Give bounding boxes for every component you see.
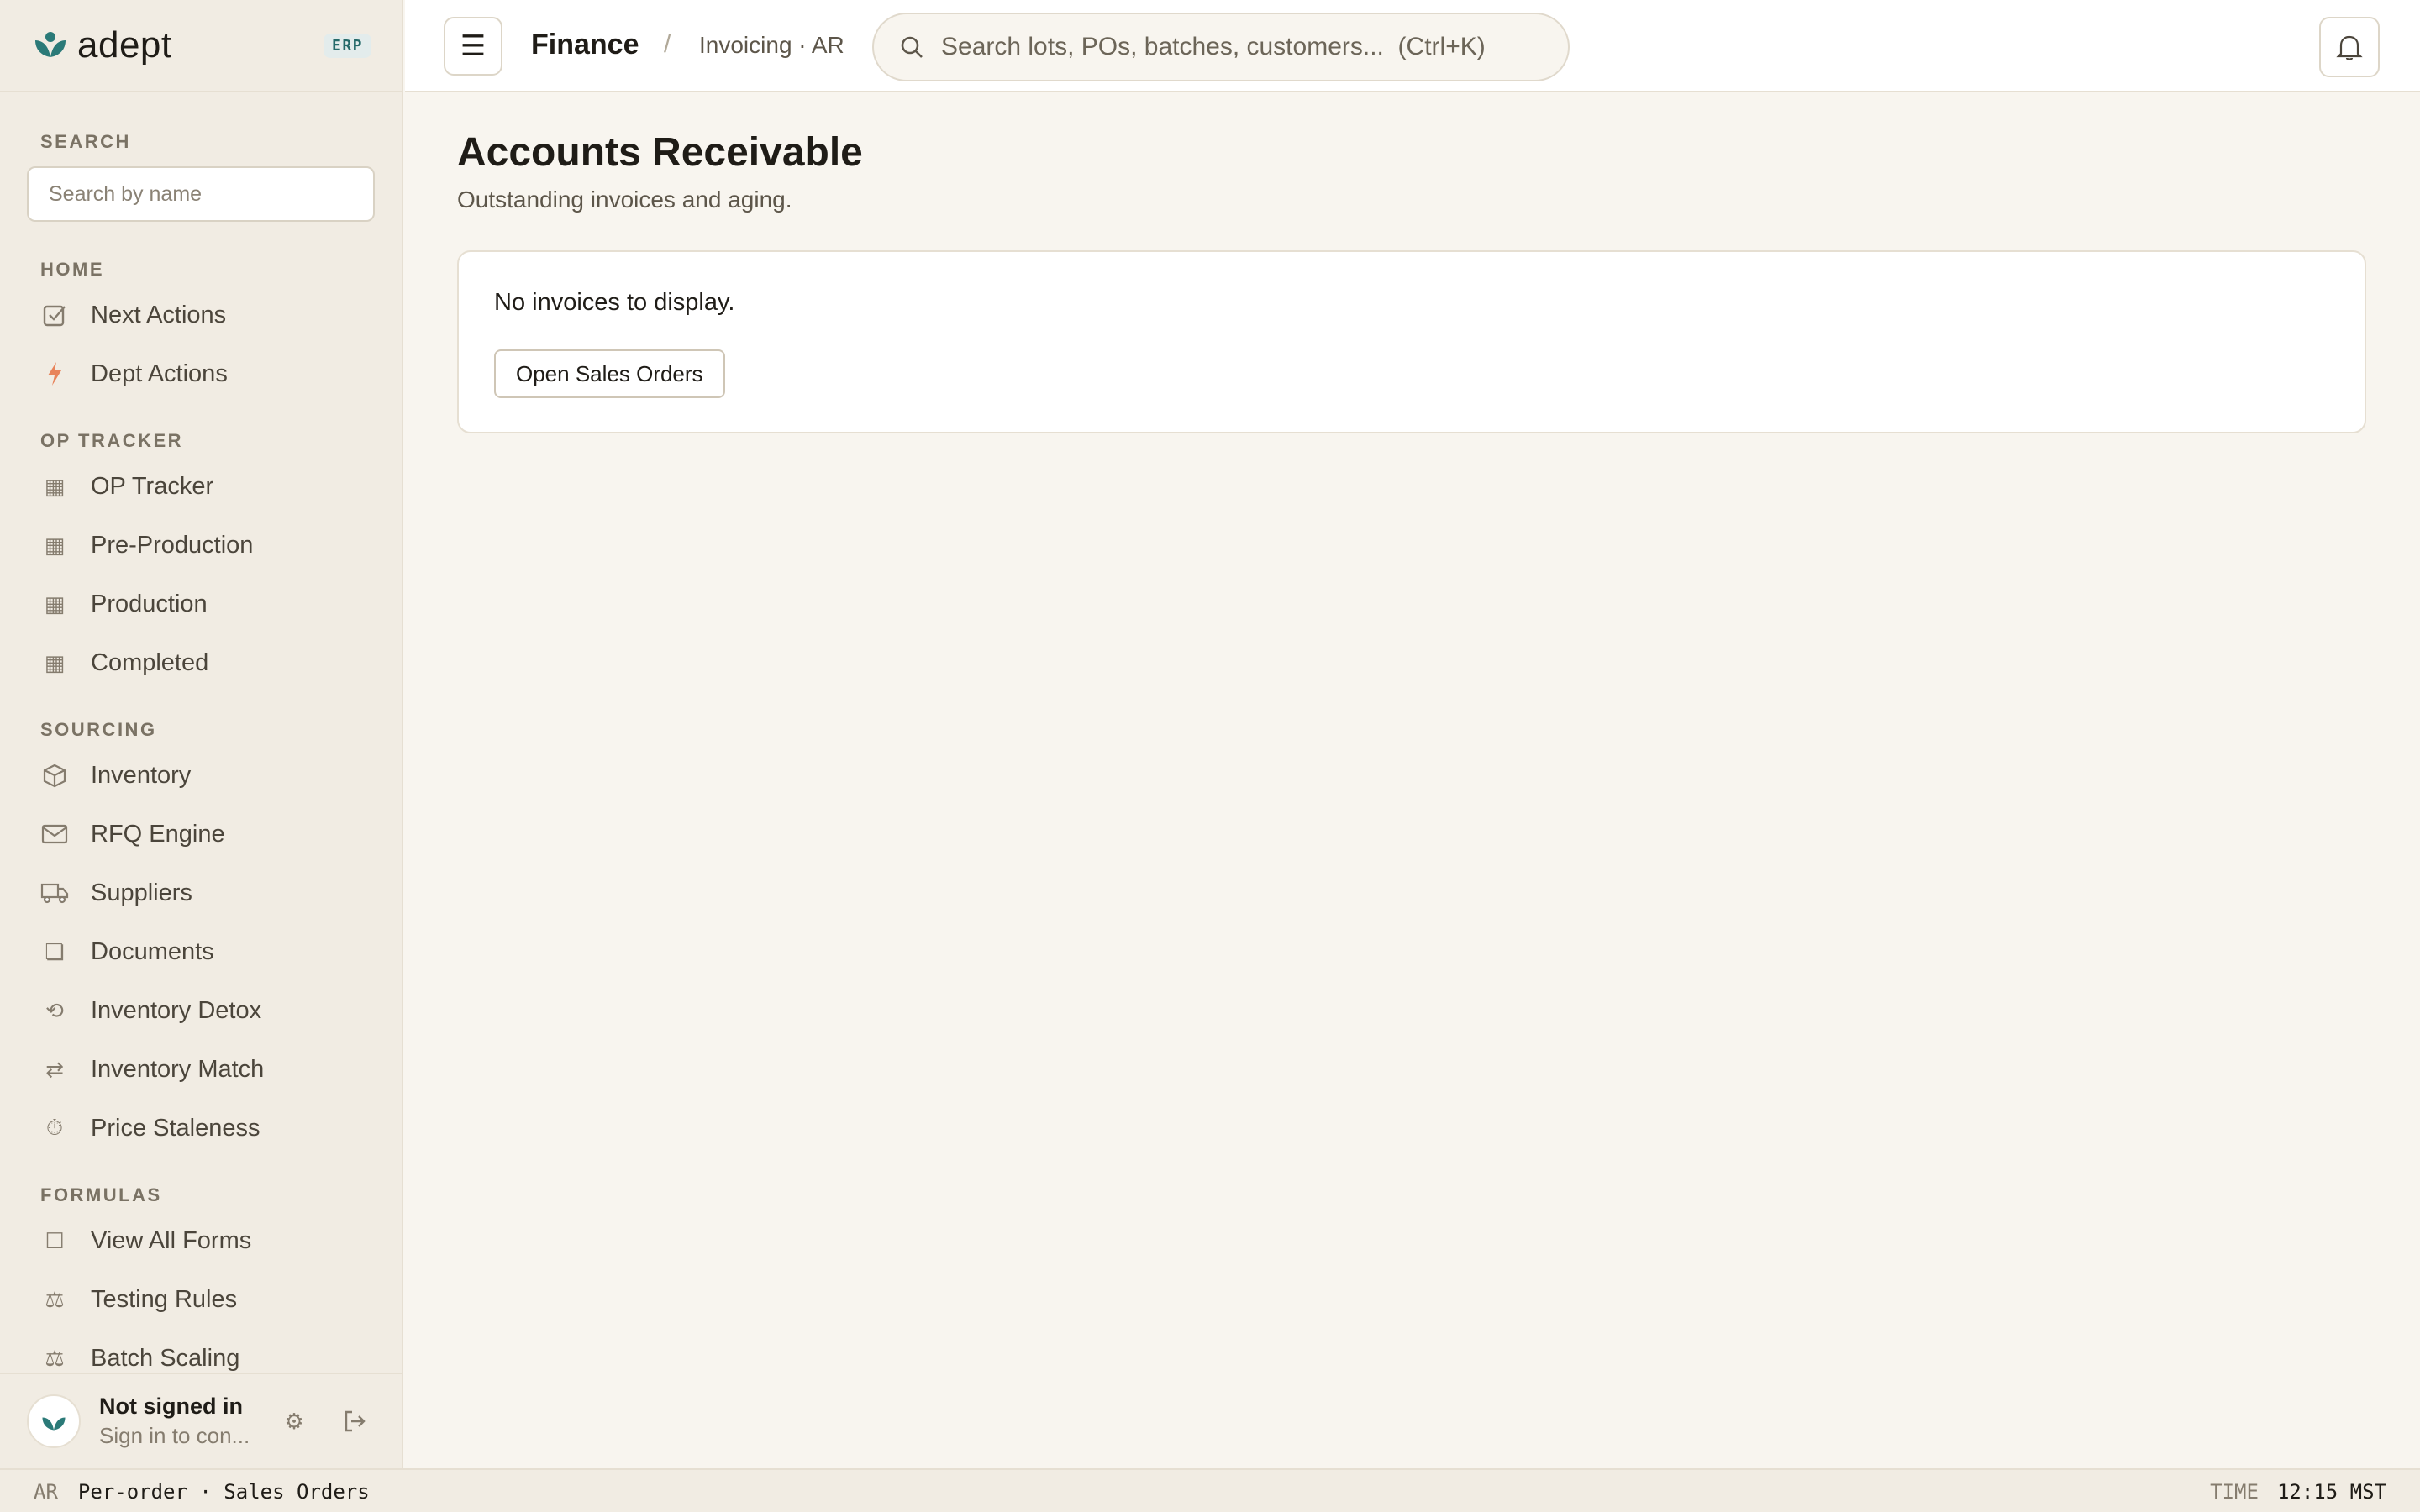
sidebar-search-input[interactable] [27,166,375,222]
page-subtitle: Outstanding invoices and aging. [457,186,792,213]
user-panel: Not signed in Sign in to con... ⚙ [0,1373,402,1468]
sidebar-item-label: RFQ Engine [91,820,225,848]
sidebar-item-completed[interactable]: ▦ Completed [27,637,375,689]
sidebar-item-pre-production[interactable]: ▦ Pre-Production [27,519,375,571]
global-search[interactable] [872,13,1570,81]
avatar[interactable] [27,1394,81,1448]
sidebar-item-view-all-forms[interactable]: ☐ View All Forms [27,1215,375,1267]
sidebar-item-next-actions[interactable]: Next Actions [27,289,375,341]
search-section-label: SEARCH [40,131,131,152]
sidebar-item-label: OP Tracker [91,472,214,500]
invoices-card: No invoices to display. Open Sales Order… [457,250,2366,433]
brand-header: adept ERP [0,0,402,92]
sidebar-item-inventory[interactable]: Inventory [27,749,375,801]
section-label-sourcing: SOURCING [40,719,157,740]
bolt-icon [40,360,69,388]
global-search-input[interactable] [941,33,1546,61]
settings-gear-icon[interactable]: ⚙ [279,1406,309,1436]
breadcrumb-module[interactable]: Finance [531,29,639,61]
section-label-home: HOME [40,259,104,280]
sign-out-icon[interactable] [339,1406,370,1436]
refresh-icon: ⟲ [45,997,64,1023]
document-icon: ❏ [45,938,65,964]
user-name: Not signed in [99,1394,243,1419]
breadcrumb-separator: / [664,30,671,58]
sidebar-item-label: Next Actions [91,301,227,328]
open-sales-orders-button[interactable]: Open Sales Orders [494,349,725,398]
status-context-value: Per-order · Sales Orders [77,1480,370,1504]
search-icon [901,36,923,58]
erp-badge: ERP [323,34,371,58]
sidebar-item-label: Testing Rules [91,1285,238,1313]
grid-icon: ▦ [44,649,66,675]
grid-icon: ▦ [44,591,66,617]
page-title: Accounts Receivable [457,130,863,175]
sidebar-item-label: Production [91,590,208,617]
scale-icon: ⚖ [45,1345,65,1371]
top-bar: ☰ Finance / Invoicing · AR [405,0,2420,92]
sidebar-item-label: View All Forms [91,1226,252,1254]
mail-icon [40,820,69,848]
sidebar-item-label: Price Staleness [91,1114,260,1142]
status-time-value: 12:15 MST [2276,1480,2386,1504]
sidebar-item-label: Inventory Detox [91,996,262,1024]
app-logo[interactable]: adept [32,24,172,66]
sidebar-item-op-tracker[interactable]: ▦ OP Tracker [27,460,375,512]
notifications-button[interactable] [2319,17,2380,77]
sidebar-item-inventory-match[interactable]: ⇄ Inventory Match [27,1043,375,1095]
user-info: Not signed in Sign in to con... [99,1394,259,1449]
box-icon [40,761,69,790]
empty-state-text: No invoices to display. [494,289,735,316]
sidebar-item-production[interactable]: ▦ Production [27,578,375,630]
sidebar-item-label: Documents [91,937,214,965]
menu-toggle-button[interactable]: ☰ [444,17,502,76]
sidebar-item-label: Batch Scaling [91,1344,240,1372]
status-time-tag: TIME [2210,1480,2259,1504]
checkbox-icon [40,301,69,329]
leaf-avatar-icon [42,1417,66,1431]
section-label-op-tracker: OP TRACKER [40,430,184,451]
sidebar-item-label: Inventory [91,761,192,789]
section-label-formulas: FORMULAS [40,1184,162,1205]
sidebar-item-dept-actions[interactable]: Dept Actions [27,348,375,400]
sidebar-item-documents[interactable]: ❏ Documents [27,926,375,978]
status-bar: AR Per-order · Sales Orders TIME 12:15 M… [0,1468,2420,1512]
sidebar-item-rfq-engine[interactable]: RFQ Engine [27,808,375,860]
sidebar-item-label: Suppliers [91,879,192,906]
sidebar-nav: SEARCH HOME Next Actions Dept Actions OP… [0,94,402,1373]
sidebar-item-testing-rules[interactable]: ⚖ Testing Rules [27,1273,375,1326]
sidebar-item-batch-scaling[interactable]: ⚖ Batch Scaling [27,1332,375,1373]
truck-icon [40,879,69,907]
sidebar-item-price-staleness[interactable]: ⏱ Price Staleness [27,1102,375,1154]
scale-icon: ⚖ [45,1286,65,1312]
sidebar-item-inventory-detox[interactable]: ⟲ Inventory Detox [27,984,375,1037]
grid-icon: ▦ [44,473,66,499]
sidebar-item-label: Completed [91,648,209,676]
brand-name: adept [77,24,172,66]
status-context-tag: AR [34,1480,58,1504]
sidebar-item-label: Inventory Match [91,1055,265,1083]
sidebar-item-label: Pre-Production [91,531,254,559]
sidebar: adept ERP SEARCH HOME Next Actions Dept … [0,0,403,1468]
sidebar-item-label: Dept Actions [91,360,228,387]
breadcrumb-page[interactable]: Invoicing · AR [699,32,844,59]
hamburger-icon: ☰ [460,30,487,62]
timer-icon: ⏱ [45,1115,64,1140]
grid-icon: ▦ [44,532,66,558]
sidebar-item-suppliers[interactable]: Suppliers [27,867,375,919]
swap-icon: ⇄ [45,1056,64,1082]
bell-icon [2336,35,2363,60]
leaf-logo-icon [35,32,66,57]
square-icon: ☐ [45,1227,65,1253]
user-subtext: Sign in to con... [99,1423,250,1448]
